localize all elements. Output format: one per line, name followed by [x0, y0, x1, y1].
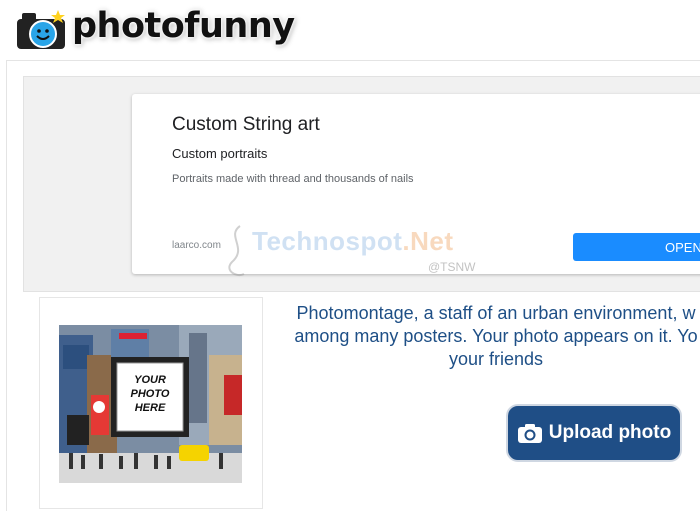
- effect-preview-image[interactable]: YOUR PHOTO HERE: [59, 325, 242, 483]
- ad-title[interactable]: Custom String art: [172, 114, 320, 136]
- effect-description: Photomontage, a staff of an urban enviro…: [294, 303, 698, 369]
- upload-photo-button[interactable]: Upload photo: [506, 404, 682, 462]
- camera-icon: [517, 424, 542, 443]
- ad-description: Portraits made with thread and thousands…: [172, 173, 414, 185]
- billboard-line-3: HERE: [135, 402, 166, 414]
- billboard-line-2: PHOTO: [131, 388, 170, 400]
- ad-domain[interactable]: laarco.com: [172, 240, 221, 251]
- logo-text: photofunny: [72, 6, 295, 46]
- ad-open-button[interactable]: OPEN: [573, 233, 700, 261]
- site-logo[interactable]: photofunny: [8, 2, 295, 58]
- upload-photo-label: Upload photo: [548, 422, 672, 443]
- ad-card[interactable]: Custom String art Custom portraits Portr…: [132, 94, 700, 274]
- ad-subtitle: Custom portraits: [172, 146, 268, 161]
- effect-preview-panel: YOUR PHOTO HERE: [39, 297, 263, 509]
- camera-smiley-icon: [15, 10, 67, 51]
- billboard-line-1: YOUR: [134, 374, 166, 386]
